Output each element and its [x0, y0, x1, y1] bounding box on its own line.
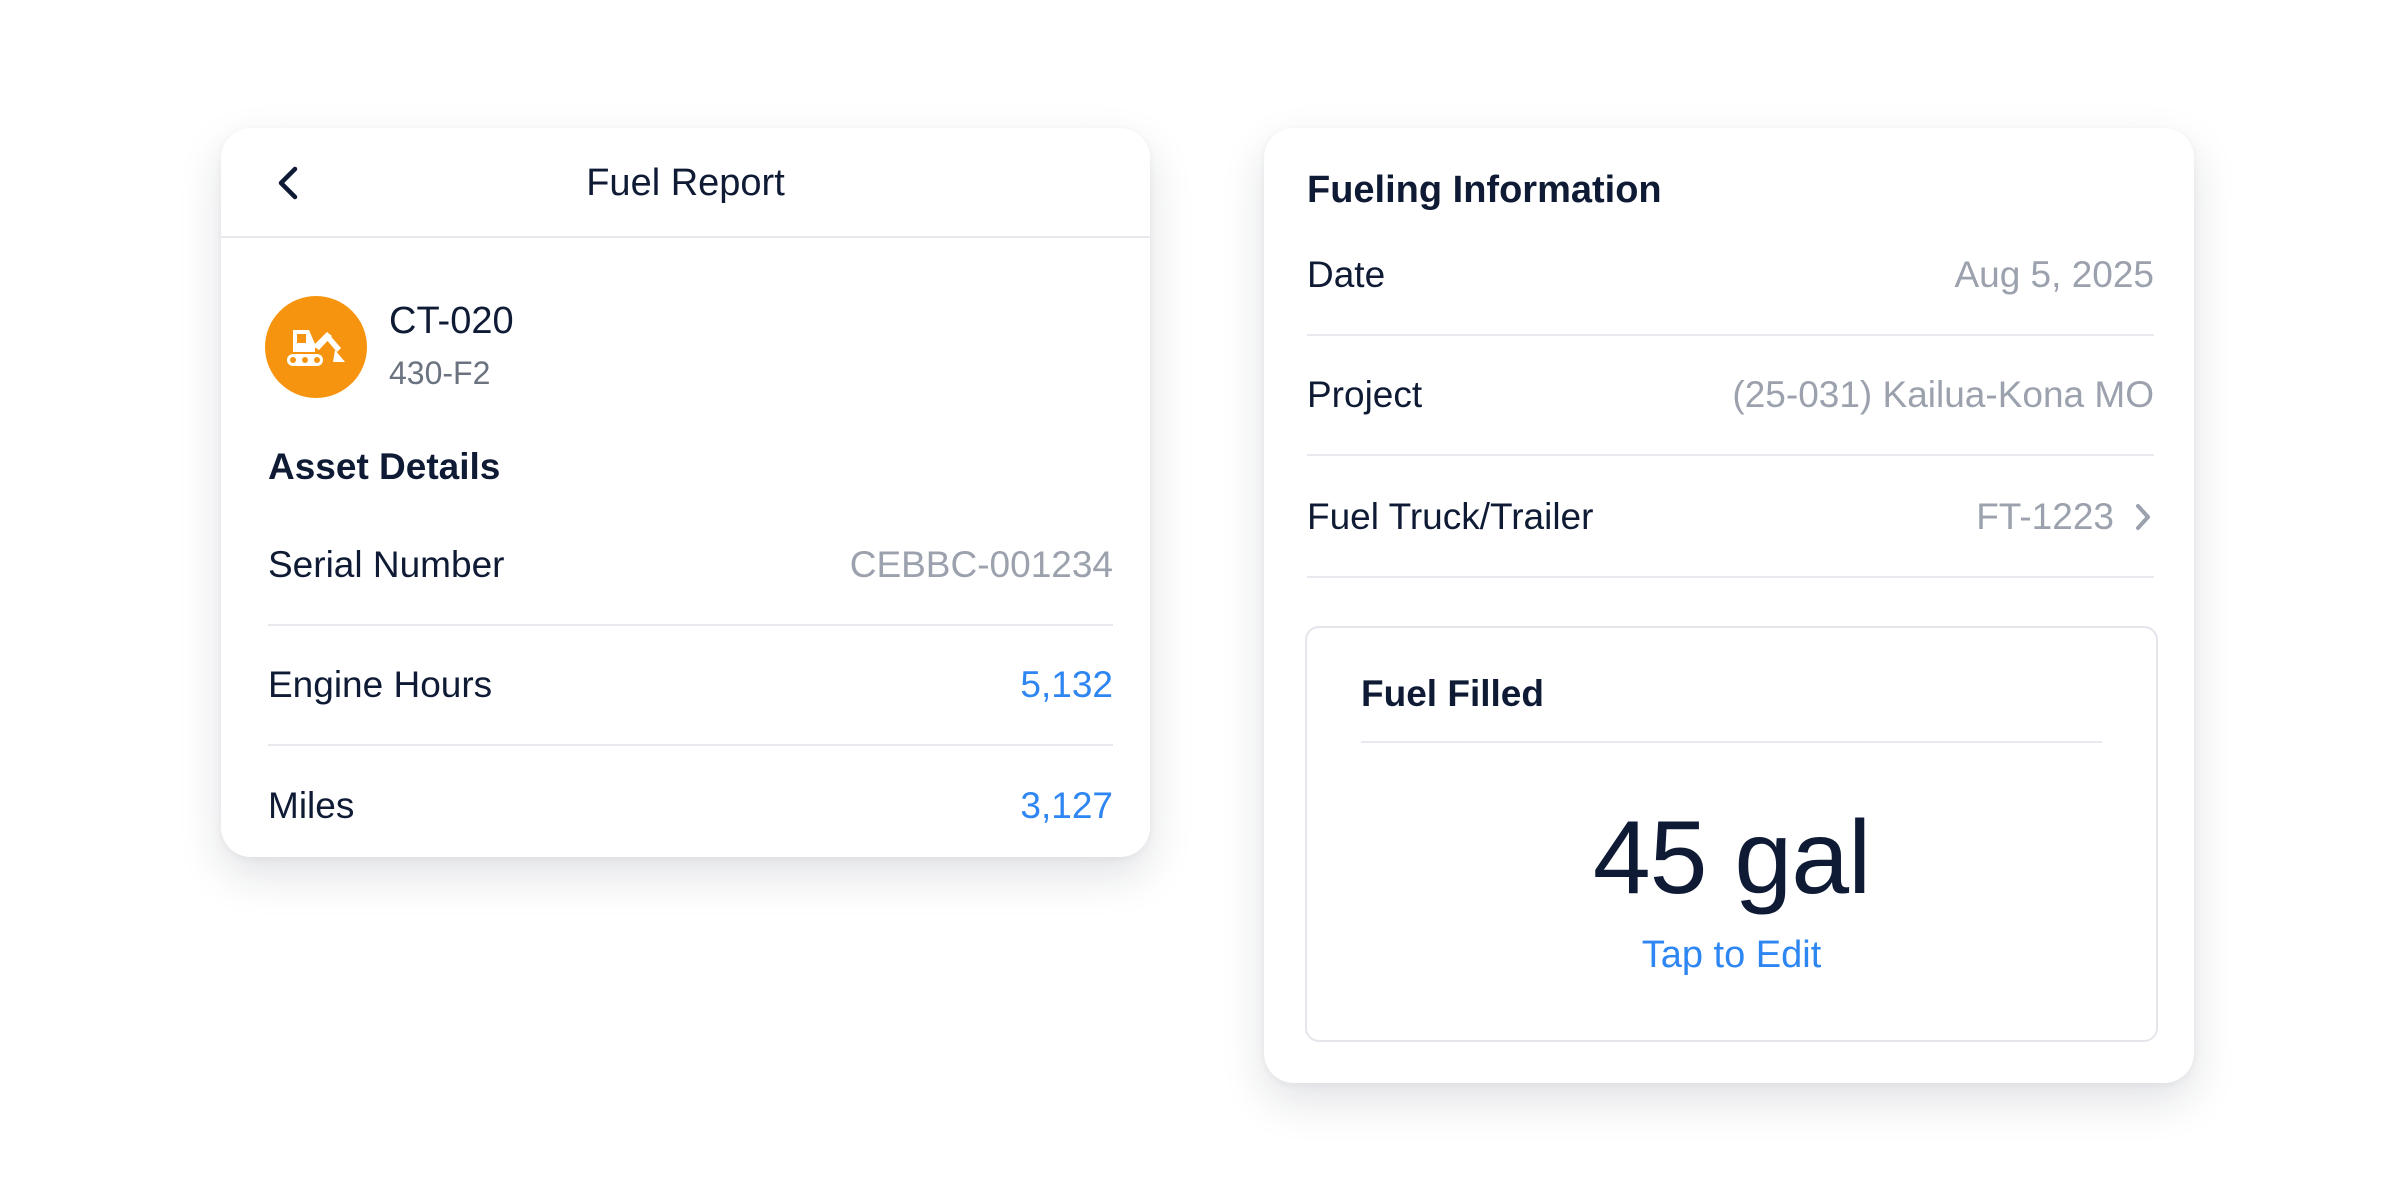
- excavator-icon: [287, 330, 345, 366]
- miles-row[interactable]: Miles 3,127: [268, 746, 1113, 857]
- engine-hours-row[interactable]: Engine Hours 5,132: [268, 626, 1113, 746]
- serial-number-row: Serial Number CEBBC-001234: [268, 506, 1113, 626]
- engine-hours-label: Engine Hours: [268, 664, 493, 705]
- fuel-amount: 45 gal: [1592, 800, 1871, 916]
- page-title: Fuel Report: [586, 162, 785, 204]
- asset-name: CT-020: [389, 300, 514, 342]
- date-label: Date: [1307, 254, 1386, 295]
- fueling-info-card: Fueling Information Date Aug 5, 2025 Pro…: [1264, 128, 2194, 1083]
- miles-value[interactable]: 3,127: [1020, 746, 1113, 857]
- fuel-report-header: Fuel Report: [221, 128, 1150, 238]
- fuel-truck-label: Fuel Truck/Trailer: [1307, 496, 1594, 537]
- asset-card: Fuel Report CT-020 430-F2 Asset Details …: [221, 128, 1150, 857]
- fuel-filled-panel[interactable]: Fuel Filled 45 gal Tap to Edit: [1305, 626, 2158, 1042]
- project-value[interactable]: (25-031) Kailua-Kona MO: [1732, 336, 2154, 454]
- miles-label: Miles: [268, 785, 355, 826]
- fuel-truck-value: FT-1223: [1976, 496, 2114, 537]
- date-value[interactable]: Aug 5, 2025: [1954, 216, 2154, 334]
- project-row[interactable]: Project (25-031) Kailua-Kona MO: [1307, 336, 2154, 456]
- date-row[interactable]: Date Aug 5, 2025: [1307, 216, 2154, 336]
- asset-avatar: [265, 296, 367, 398]
- tap-to-edit-link[interactable]: Tap to Edit: [1307, 934, 2156, 977]
- asset-model: 430-F2: [389, 355, 491, 391]
- fuel-truck-value-group[interactable]: FT-1223: [1976, 458, 2154, 576]
- project-label: Project: [1307, 374, 1423, 415]
- asset-details-title: Asset Details: [268, 446, 501, 487]
- engine-hours-value[interactable]: 5,132: [1020, 626, 1113, 744]
- fuel-truck-row[interactable]: Fuel Truck/Trailer FT-1223: [1307, 458, 2154, 578]
- fuel-filled-title: Fuel Filled: [1361, 628, 2102, 743]
- chevron-right-icon: [2132, 500, 2154, 534]
- serial-number-value: CEBBC-001234: [849, 544, 1113, 585]
- serial-number-label: Serial Number: [268, 544, 505, 585]
